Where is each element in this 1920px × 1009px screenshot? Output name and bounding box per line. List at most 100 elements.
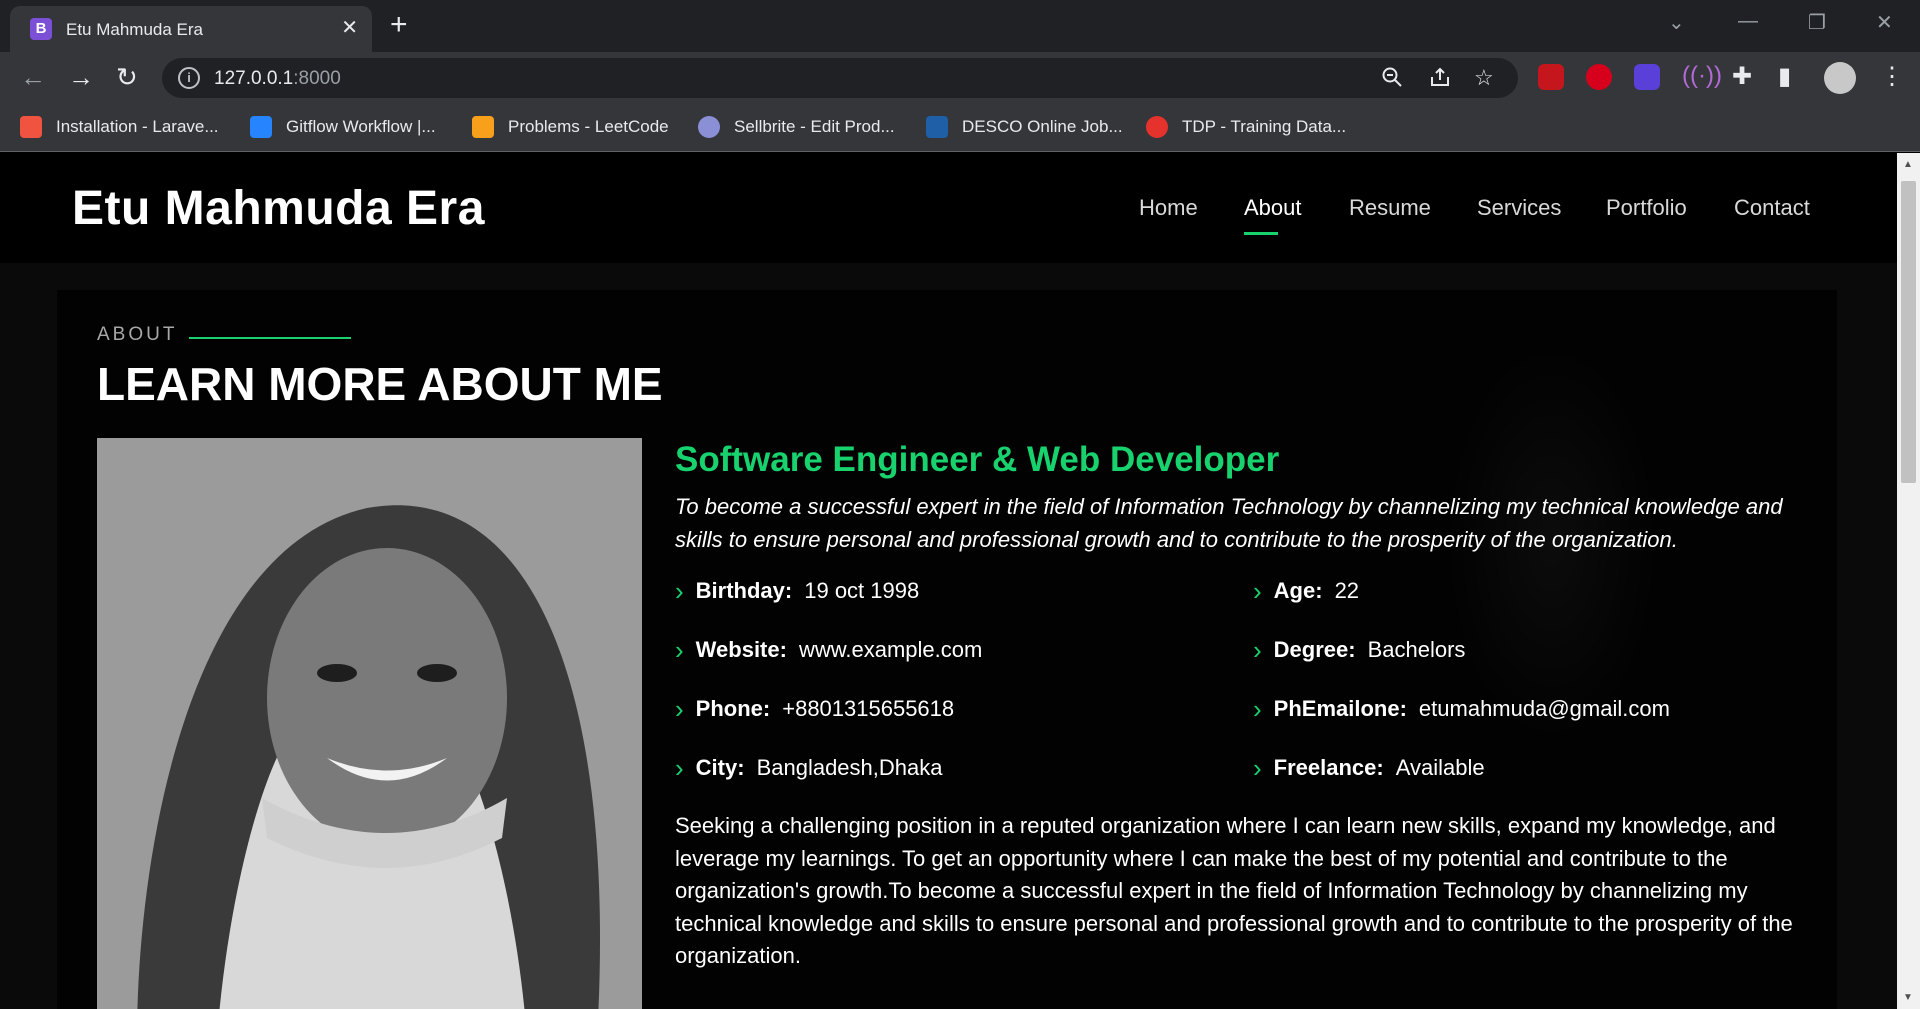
bookmark-label: Problems - LeetCode xyxy=(508,117,669,136)
atlassian-icon xyxy=(250,116,272,138)
fact-label: Degree: xyxy=(1273,637,1356,662)
forward-arrow-icon[interactable]: → xyxy=(68,62,94,92)
zoom-icon[interactable] xyxy=(1380,65,1404,95)
bookmark-item[interactable]: Installation - Larave... xyxy=(20,114,219,140)
fact-freelance: › Freelance: Available xyxy=(1253,753,1485,783)
bookmark-item[interactable]: Gitflow Workflow |... xyxy=(250,114,436,140)
profile-avatar[interactable] xyxy=(1824,62,1856,94)
scrollbar-thumb[interactable] xyxy=(1901,181,1916,483)
fact-city: › City: Bangladesh,Dhaka xyxy=(675,753,942,783)
nav-portfolio[interactable]: Portfolio xyxy=(1606,195,1687,221)
ublock-extension-icon[interactable] xyxy=(1538,64,1564,90)
fact-value: Bangladesh,Dhaka xyxy=(756,755,943,780)
fact-age: › Age: 22 xyxy=(1253,576,1359,606)
nav-home[interactable]: Home xyxy=(1139,195,1198,221)
fact-value: www.example.com xyxy=(798,637,983,662)
chevron-right-icon: › xyxy=(1253,753,1262,783)
tab-search-chevron-icon[interactable]: ⌄ xyxy=(1668,10,1685,35)
profile-photo xyxy=(97,438,642,1009)
new-tab-button[interactable]: + xyxy=(390,10,408,40)
chevron-right-icon: › xyxy=(675,635,684,665)
role-title: Software Engineer & Web Developer xyxy=(675,440,1280,479)
chevron-right-icon: › xyxy=(675,753,684,783)
section-eyebrow: ABOUT xyxy=(97,324,178,345)
chevron-right-icon: › xyxy=(1253,694,1262,724)
bookmark-item[interactable]: Sellbrite - Edit Prod... xyxy=(698,114,895,140)
extension-badge-icon[interactable] xyxy=(1634,64,1660,90)
bookmark-label: DESCO Online Job... xyxy=(962,117,1123,136)
fact-label: Birthday: xyxy=(695,578,793,603)
bookmarks-bar: Installation - Larave... Gitflow Workflo… xyxy=(0,102,1920,152)
chevron-right-icon: › xyxy=(675,694,684,724)
fact-phone: › Phone: +8801315655618 xyxy=(675,694,954,724)
fact-label: Phone: xyxy=(695,696,771,721)
bookmark-label: Gitflow Workflow |... xyxy=(286,117,436,136)
page-scrollbar[interactable]: ▲ ▼ xyxy=(1897,153,1920,1009)
extensions-puzzle-icon[interactable]: ✚ xyxy=(1732,62,1752,91)
nav-services[interactable]: Services xyxy=(1477,195,1561,221)
fact-birthday: › Birthday: 19 oct 1998 xyxy=(675,576,919,606)
fact-website: › Website: www.example.com xyxy=(675,635,982,665)
desco-icon xyxy=(926,116,948,138)
browser-toolbar: ← → ↻ i 127.0.0.1:8000 ☆ ((·)) ✚ ▮ ⋮ xyxy=(0,52,1920,102)
tab-title: Etu Mahmuda Era xyxy=(66,20,204,39)
section-heading: LEARN MORE ABOUT ME xyxy=(97,358,663,410)
bookmark-item[interactable]: Problems - LeetCode xyxy=(472,114,669,140)
chevron-right-icon: › xyxy=(1253,635,1262,665)
side-panel-icon[interactable]: ▮ xyxy=(1778,62,1791,91)
back-arrow-icon[interactable]: ← xyxy=(20,62,46,92)
scroll-up-arrow-icon[interactable]: ▲ xyxy=(1903,159,1913,170)
fact-label: Age: xyxy=(1273,578,1323,603)
nav-contact[interactable]: Contact xyxy=(1734,195,1810,221)
broadcast-extension-icon[interactable]: ((·)) xyxy=(1682,62,1722,90)
fact-label: PhEmailone: xyxy=(1273,696,1407,721)
nav-about-label: About xyxy=(1244,195,1302,220)
about-section: ABOUT LEARN MORE ABOUT ME Software Engin… xyxy=(57,290,1837,1009)
eyebrow-divider xyxy=(189,337,351,339)
restore-button[interactable]: ❐ xyxy=(1808,10,1826,35)
site-logo[interactable]: Etu Mahmuda Era xyxy=(72,181,485,237)
tab-close-icon[interactable]: ✕ xyxy=(341,17,358,39)
close-window-button[interactable]: ✕ xyxy=(1876,10,1893,35)
browser-tab[interactable]: B Etu Mahmuda Era ✕ xyxy=(10,6,372,52)
bookmark-label: TDP - Training Data... xyxy=(1182,117,1347,136)
address-bar[interactable]: i 127.0.0.1:8000 ☆ xyxy=(162,58,1518,98)
page-viewport: Etu Mahmuda Era Home About Resume Servic… xyxy=(0,153,1897,1009)
chevron-right-icon: › xyxy=(1253,576,1262,606)
fact-value: Available xyxy=(1395,755,1485,780)
fact-value: +8801315655618 xyxy=(782,696,955,721)
active-nav-underline xyxy=(1244,232,1278,235)
about-content: Software Engineer & Web Developer To bec… xyxy=(675,438,1795,973)
reload-icon[interactable]: ↻ xyxy=(116,62,138,92)
share-icon[interactable] xyxy=(1428,65,1452,95)
facts-list: › Birthday: 19 oct 1998 › Website: www.e… xyxy=(675,570,1795,806)
fact-email: › PhEmailone: etumahmuda@gmail.com xyxy=(1253,694,1670,724)
minimize-button[interactable]: — xyxy=(1738,10,1758,33)
bookmark-label: Sellbrite - Edit Prod... xyxy=(734,117,895,136)
chevron-right-icon: › xyxy=(675,576,684,606)
fact-label: Freelance: xyxy=(1273,755,1384,780)
bookmark-star-icon[interactable]: ☆ xyxy=(1474,65,1494,91)
fact-value: Bachelors xyxy=(1367,637,1466,662)
tdp-icon xyxy=(1146,116,1168,138)
url-text[interactable]: 127.0.0.1:8000 xyxy=(214,68,341,90)
fact-label: Website: xyxy=(695,637,787,662)
bookmark-item[interactable]: DESCO Online Job... xyxy=(926,114,1123,140)
site-header: Etu Mahmuda Era Home About Resume Servic… xyxy=(0,153,1897,263)
fact-value: etumahmuda@gmail.com xyxy=(1418,696,1670,721)
summary-text: Seeking a challenging position in a repu… xyxy=(675,813,1793,968)
fact-label: City: xyxy=(695,755,745,780)
nav-resume[interactable]: Resume xyxy=(1349,195,1431,221)
fact-degree: › Degree: Bachelors xyxy=(1253,635,1465,665)
sellbrite-icon xyxy=(698,116,720,138)
scroll-down-arrow-icon[interactable]: ▼ xyxy=(1903,992,1913,1003)
bookmark-item[interactable]: TDP - Training Data... xyxy=(1146,114,1346,140)
browser-menu-icon[interactable]: ⋮ xyxy=(1880,62,1904,91)
bookmark-label: Installation - Larave... xyxy=(56,117,219,136)
leetcode-icon xyxy=(472,116,494,138)
ublock-origin-extension-icon[interactable] xyxy=(1586,64,1612,90)
site-info-icon[interactable]: i xyxy=(178,67,200,89)
nav-about[interactable]: About xyxy=(1244,195,1302,235)
laravel-icon xyxy=(20,116,42,138)
browser-tab-bar: B Etu Mahmuda Era ✕ + ⌄ — ❐ ✕ xyxy=(0,0,1920,52)
